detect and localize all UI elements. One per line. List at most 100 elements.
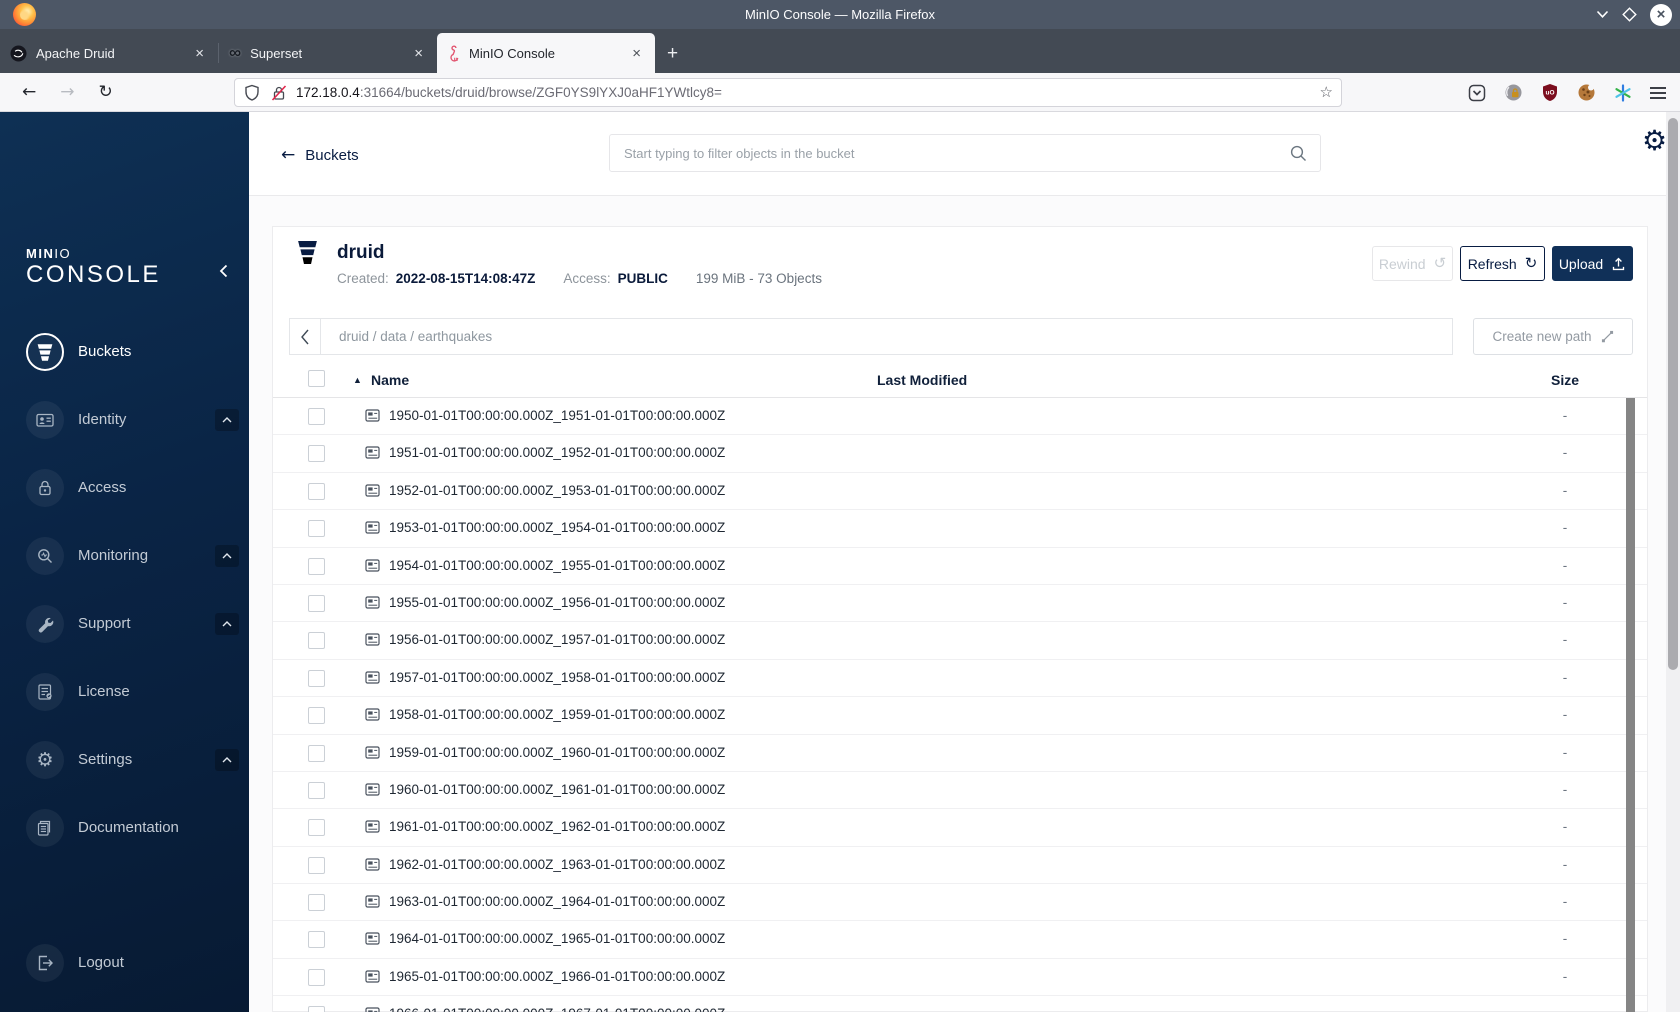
row-checkbox[interactable] [308, 707, 325, 725]
tab-close-icon[interactable]: × [410, 45, 427, 62]
row-checkbox[interactable] [308, 744, 325, 762]
object-name-link[interactable]: 1960-01-01T00:00:00.000Z_1961-01-01T00:0… [389, 782, 725, 797]
row-checkbox[interactable] [308, 781, 325, 799]
table-row[interactable]: 1952-01-01T00:00:00.000Z_1953-01-01T00:0… [273, 473, 1647, 511]
object-name-link[interactable]: 1962-01-01T00:00:00.000Z_1963-01-01T00:0… [389, 857, 725, 872]
create-new-path-button[interactable]: Create new path [1473, 318, 1633, 355]
search-input[interactable] [622, 144, 1289, 162]
object-name-link[interactable]: 1952-01-01T00:00:00.000Z_1953-01-01T00:0… [389, 483, 725, 498]
shield-permissions-icon[interactable] [243, 84, 261, 102]
table-row[interactable]: 1953-01-01T00:00:00.000Z_1954-01-01T00:0… [273, 510, 1647, 548]
row-checkbox[interactable] [308, 594, 325, 612]
table-row[interactable]: 1959-01-01T00:00:00.000Z_1960-01-01T00:0… [273, 735, 1647, 772]
sidebar-item-monitoring[interactable]: Monitoring [0, 537, 249, 577]
row-checkbox[interactable] [308, 408, 325, 425]
object-name-link[interactable]: 1956-01-01T00:00:00.000Z_1957-01-01T00:0… [389, 632, 725, 647]
object-name-link[interactable]: 1965-01-01T00:00:00.000Z_1966-01-01T00:0… [389, 969, 725, 984]
sidebar-item-buckets[interactable]: Buckets [0, 333, 249, 373]
object-name-link[interactable]: 1955-01-01T00:00:00.000Z_1956-01-01T00:0… [389, 595, 725, 610]
window-titlebar[interactable]: MinIO Console — Mozilla Firefox × [0, 0, 1680, 29]
row-checkbox[interactable] [308, 968, 325, 986]
row-checkbox[interactable] [308, 1006, 325, 1012]
page-scrollbar-thumb[interactable] [1668, 118, 1678, 670]
sidebar-collapse-icon[interactable] [218, 264, 230, 278]
path-back-button[interactable] [290, 319, 321, 354]
pocket-extension-icon[interactable] [1468, 84, 1486, 102]
chevron-up-icon[interactable] [215, 749, 239, 771]
tab-apache-druid[interactable]: Apache Druid × [0, 33, 218, 73]
table-row[interactable]: 1966-01-01T00:00:00.000Z_1967-01-01T00:0… [273, 996, 1647, 1012]
filter-objects-search[interactable] [609, 134, 1321, 172]
row-checkbox[interactable] [308, 557, 325, 575]
table-row[interactable]: 1958-01-01T00:00:00.000Z_1959-01-01T00:0… [273, 697, 1647, 735]
row-checkbox[interactable] [308, 894, 325, 912]
object-name-link[interactable]: 1957-01-01T00:00:00.000Z_1958-01-01T00:0… [389, 670, 725, 685]
table-scrollbar[interactable] [1626, 398, 1635, 1012]
object-name-link[interactable]: 1951-01-01T00:00:00.000Z_1952-01-01T00:0… [389, 445, 725, 460]
refresh-button[interactable]: Refresh ↻ [1460, 246, 1545, 281]
sidebar-item-license[interactable]: License [0, 673, 249, 713]
close-window-icon[interactable]: × [1650, 3, 1672, 26]
chevron-up-icon[interactable] [215, 613, 239, 635]
chevron-up-icon[interactable] [215, 409, 239, 431]
column-header-last-modified[interactable]: Last Modified [877, 372, 967, 388]
row-checkbox[interactable] [308, 520, 325, 538]
sidebar-item-access[interactable]: Access [0, 469, 249, 509]
table-row[interactable]: 1950-01-01T00:00:00.000Z_1951-01-01T00:0… [273, 398, 1647, 436]
menu-icon[interactable] [1650, 84, 1666, 102]
row-checkbox[interactable] [308, 931, 325, 949]
containers-extension-icon[interactable] [1614, 83, 1632, 102]
object-name-link[interactable]: 1966-01-01T00:00:00.000Z_1967-01-01T00:0… [389, 1006, 725, 1012]
minimize-icon[interactable] [1596, 10, 1609, 19]
table-row[interactable]: 1962-01-01T00:00:00.000Z_1963-01-01T00:0… [273, 847, 1647, 885]
row-checkbox[interactable] [308, 669, 325, 687]
table-row[interactable]: 1960-01-01T00:00:00.000Z_1961-01-01T00:0… [273, 772, 1647, 810]
table-row[interactable]: 1963-01-01T00:00:00.000Z_1964-01-01T00:0… [273, 884, 1647, 922]
object-name-link[interactable]: 1959-01-01T00:00:00.000Z_1960-01-01T00:0… [389, 745, 725, 760]
object-name-link[interactable]: 1961-01-01T00:00:00.000Z_1962-01-01T00:0… [389, 819, 725, 834]
tab-superset[interactable]: ∞ Superset × [219, 33, 437, 73]
sidebar-item-support[interactable]: Support [0, 605, 249, 645]
insecure-lock-icon[interactable] [270, 84, 288, 102]
privacy-extension-icon[interactable] [1504, 83, 1523, 102]
row-checkbox[interactable] [308, 632, 325, 650]
table-row[interactable]: 1951-01-01T00:00:00.000Z_1952-01-01T00:0… [273, 435, 1647, 473]
table-row[interactable]: 1956-01-01T00:00:00.000Z_1957-01-01T00:0… [273, 622, 1647, 660]
column-header-name[interactable]: Name [371, 372, 409, 388]
maximize-icon[interactable] [1622, 7, 1637, 22]
row-checkbox[interactable] [308, 819, 325, 837]
object-name-link[interactable]: 1953-01-01T00:00:00.000Z_1954-01-01T00:0… [389, 520, 725, 535]
rewind-button[interactable]: Rewind ↺ [1372, 246, 1453, 281]
reload-button[interactable]: ↻ [87, 82, 125, 102]
table-row[interactable]: 1955-01-01T00:00:00.000Z_1956-01-01T00:0… [273, 585, 1647, 623]
sidebar-item-logout[interactable]: Logout [0, 944, 249, 984]
sort-ascending-icon[interactable]: ▲ [353, 375, 362, 385]
row-checkbox[interactable] [308, 482, 325, 500]
ublock-extension-icon[interactable]: uO [1541, 83, 1559, 102]
sidebar-item-identity[interactable]: Identity [0, 401, 249, 441]
select-all-checkbox[interactable] [308, 370, 325, 387]
table-row[interactable]: 1954-01-01T00:00:00.000Z_1955-01-01T00:0… [273, 548, 1647, 585]
object-name-link[interactable]: 1950-01-01T00:00:00.000Z_1951-01-01T00:0… [389, 408, 725, 423]
sidebar-item-settings[interactable]: ⚙ Settings [0, 741, 249, 781]
upload-button[interactable]: Upload [1552, 246, 1633, 281]
object-name-link[interactable]: 1964-01-01T00:00:00.000Z_1965-01-01T00:0… [389, 931, 725, 946]
url-text[interactable]: 172.18.0.4:31664/buckets/druid/browse/ZG… [296, 85, 722, 100]
table-row[interactable]: 1957-01-01T00:00:00.000Z_1958-01-01T00:0… [273, 660, 1647, 698]
bookmark-star-icon[interactable]: ☆ [1320, 83, 1333, 101]
row-checkbox[interactable] [308, 856, 325, 874]
url-bar[interactable]: 172.18.0.4:31664/buckets/druid/browse/ZG… [234, 78, 1342, 107]
column-header-size[interactable]: Size [1500, 372, 1630, 388]
chevron-up-icon[interactable] [215, 545, 239, 567]
page-scrollbar[interactable] [1666, 112, 1680, 1012]
tab-close-icon[interactable]: × [191, 45, 208, 62]
back-to-buckets-link[interactable]: ← Buckets [281, 145, 359, 165]
new-tab-button[interactable]: + [655, 43, 690, 73]
back-button[interactable]: ← [10, 82, 48, 102]
forward-button[interactable]: → [48, 82, 86, 102]
object-name-link[interactable]: 1958-01-01T00:00:00.000Z_1959-01-01T00:0… [389, 707, 725, 722]
tab-close-icon[interactable]: × [628, 45, 645, 62]
object-name-link[interactable]: 1963-01-01T00:00:00.000Z_1964-01-01T00:0… [389, 894, 725, 909]
sidebar-item-documentation[interactable]: Documentation [0, 809, 249, 849]
tab-minio-console[interactable]: MinIO Console × [437, 33, 655, 73]
